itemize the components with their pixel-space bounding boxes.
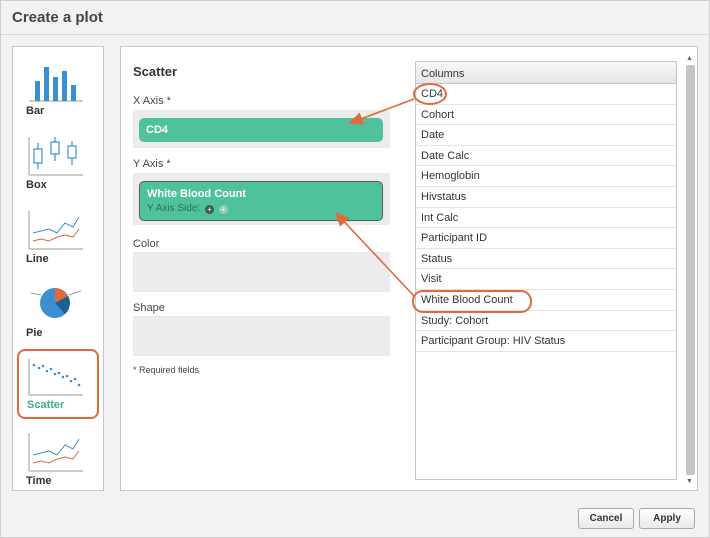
- chart-type-bar[interactable]: Bar: [17, 57, 99, 127]
- color-label: Color: [133, 238, 160, 250]
- plot-config-panel: Scatter X Axis * CD4 Y Axis * White Bloo…: [120, 46, 698, 491]
- y-axis-side-label: Y Axis Side:: [147, 203, 201, 214]
- x-axis-field-name: CD4: [146, 124, 169, 136]
- column-item[interactable]: Hemoglobin: [416, 166, 676, 187]
- x-axis-field-chip[interactable]: CD4: [139, 118, 383, 142]
- columns-header: Columns: [416, 62, 676, 84]
- column-item[interactable]: CD4: [416, 84, 676, 105]
- column-item[interactable]: White Blood Count: [416, 290, 676, 311]
- panel-title: Scatter: [133, 64, 178, 79]
- column-item[interactable]: Visit: [416, 269, 676, 290]
- column-item[interactable]: Participant Group: HIV Status: [416, 331, 676, 352]
- chart-type-label: Box: [26, 179, 47, 191]
- chart-type-label: Line: [26, 253, 49, 265]
- chart-type-label: Pie: [26, 327, 43, 339]
- dialog-title: Create a plot: [12, 9, 103, 26]
- column-item[interactable]: Hivstatus: [416, 187, 676, 208]
- column-item[interactable]: Date: [416, 125, 676, 146]
- chart-type-line[interactable]: Line: [17, 205, 99, 275]
- column-item[interactable]: Status: [416, 249, 676, 270]
- y-axis-left-toggle-icon[interactable]: +: [204, 205, 214, 214]
- y-axis-label: Y Axis *: [133, 158, 171, 170]
- column-item[interactable]: Date Calc: [416, 146, 676, 167]
- time-chart-icon: [28, 433, 83, 472]
- scatter-plot-icon: [28, 359, 83, 396]
- column-item[interactable]: Participant ID: [416, 228, 676, 249]
- y-axis-dropzone[interactable]: White Blood Count Y Axis Side: + +: [133, 173, 390, 225]
- box-plot-icon: [28, 137, 83, 176]
- create-plot-dialog: Create a plot Bar Box Line Pie Scatter T…: [0, 0, 710, 538]
- line-chart-icon: [28, 211, 83, 250]
- scroll-down-arrow-icon[interactable]: ▼: [686, 478, 693, 485]
- color-dropzone[interactable]: [133, 252, 390, 292]
- scroll-up-arrow-icon[interactable]: ▲: [686, 55, 693, 62]
- column-item[interactable]: Int Calc: [416, 208, 676, 229]
- chart-type-label: Time: [26, 475, 52, 487]
- apply-button[interactable]: Apply: [639, 508, 695, 529]
- scrollbar-thumb[interactable]: [686, 65, 695, 475]
- chart-type-scatter[interactable]: Scatter: [17, 349, 99, 419]
- x-axis-label: X Axis *: [133, 95, 171, 107]
- chart-type-pie[interactable]: Pie: [17, 279, 99, 349]
- cancel-button[interactable]: Cancel: [578, 508, 634, 529]
- y-axis-field-chip[interactable]: White Blood Count Y Axis Side: + +: [139, 181, 383, 221]
- shape-label: Shape: [133, 302, 165, 314]
- columns-list: Columns CD4 Cohort Date Date Calc Hemogl…: [415, 61, 677, 480]
- required-fields-note: * Required fields: [133, 365, 200, 375]
- chart-type-box[interactable]: Box: [17, 131, 99, 201]
- shape-dropzone[interactable]: [133, 316, 390, 356]
- chart-type-label: Scatter: [27, 399, 65, 411]
- chart-type-label: Bar: [26, 105, 45, 117]
- y-axis-field-name: White Blood Count: [147, 188, 246, 200]
- x-axis-dropzone[interactable]: CD4: [133, 110, 390, 148]
- title-divider: [1, 34, 709, 35]
- y-axis-side-row: Y Axis Side: + +: [147, 203, 382, 214]
- vertical-scrollbar[interactable]: ▲ ▼: [684, 50, 697, 489]
- column-item[interactable]: Cohort: [416, 105, 676, 126]
- chart-type-list: Bar Box Line Pie Scatter Time: [12, 46, 104, 491]
- y-axis-right-toggle-icon[interactable]: +: [218, 205, 228, 214]
- pie-chart-icon: [30, 288, 82, 318]
- column-item[interactable]: Study: Cohort: [416, 311, 676, 332]
- chart-type-time[interactable]: Time: [17, 427, 99, 497]
- bar-chart-icon: [29, 67, 83, 102]
